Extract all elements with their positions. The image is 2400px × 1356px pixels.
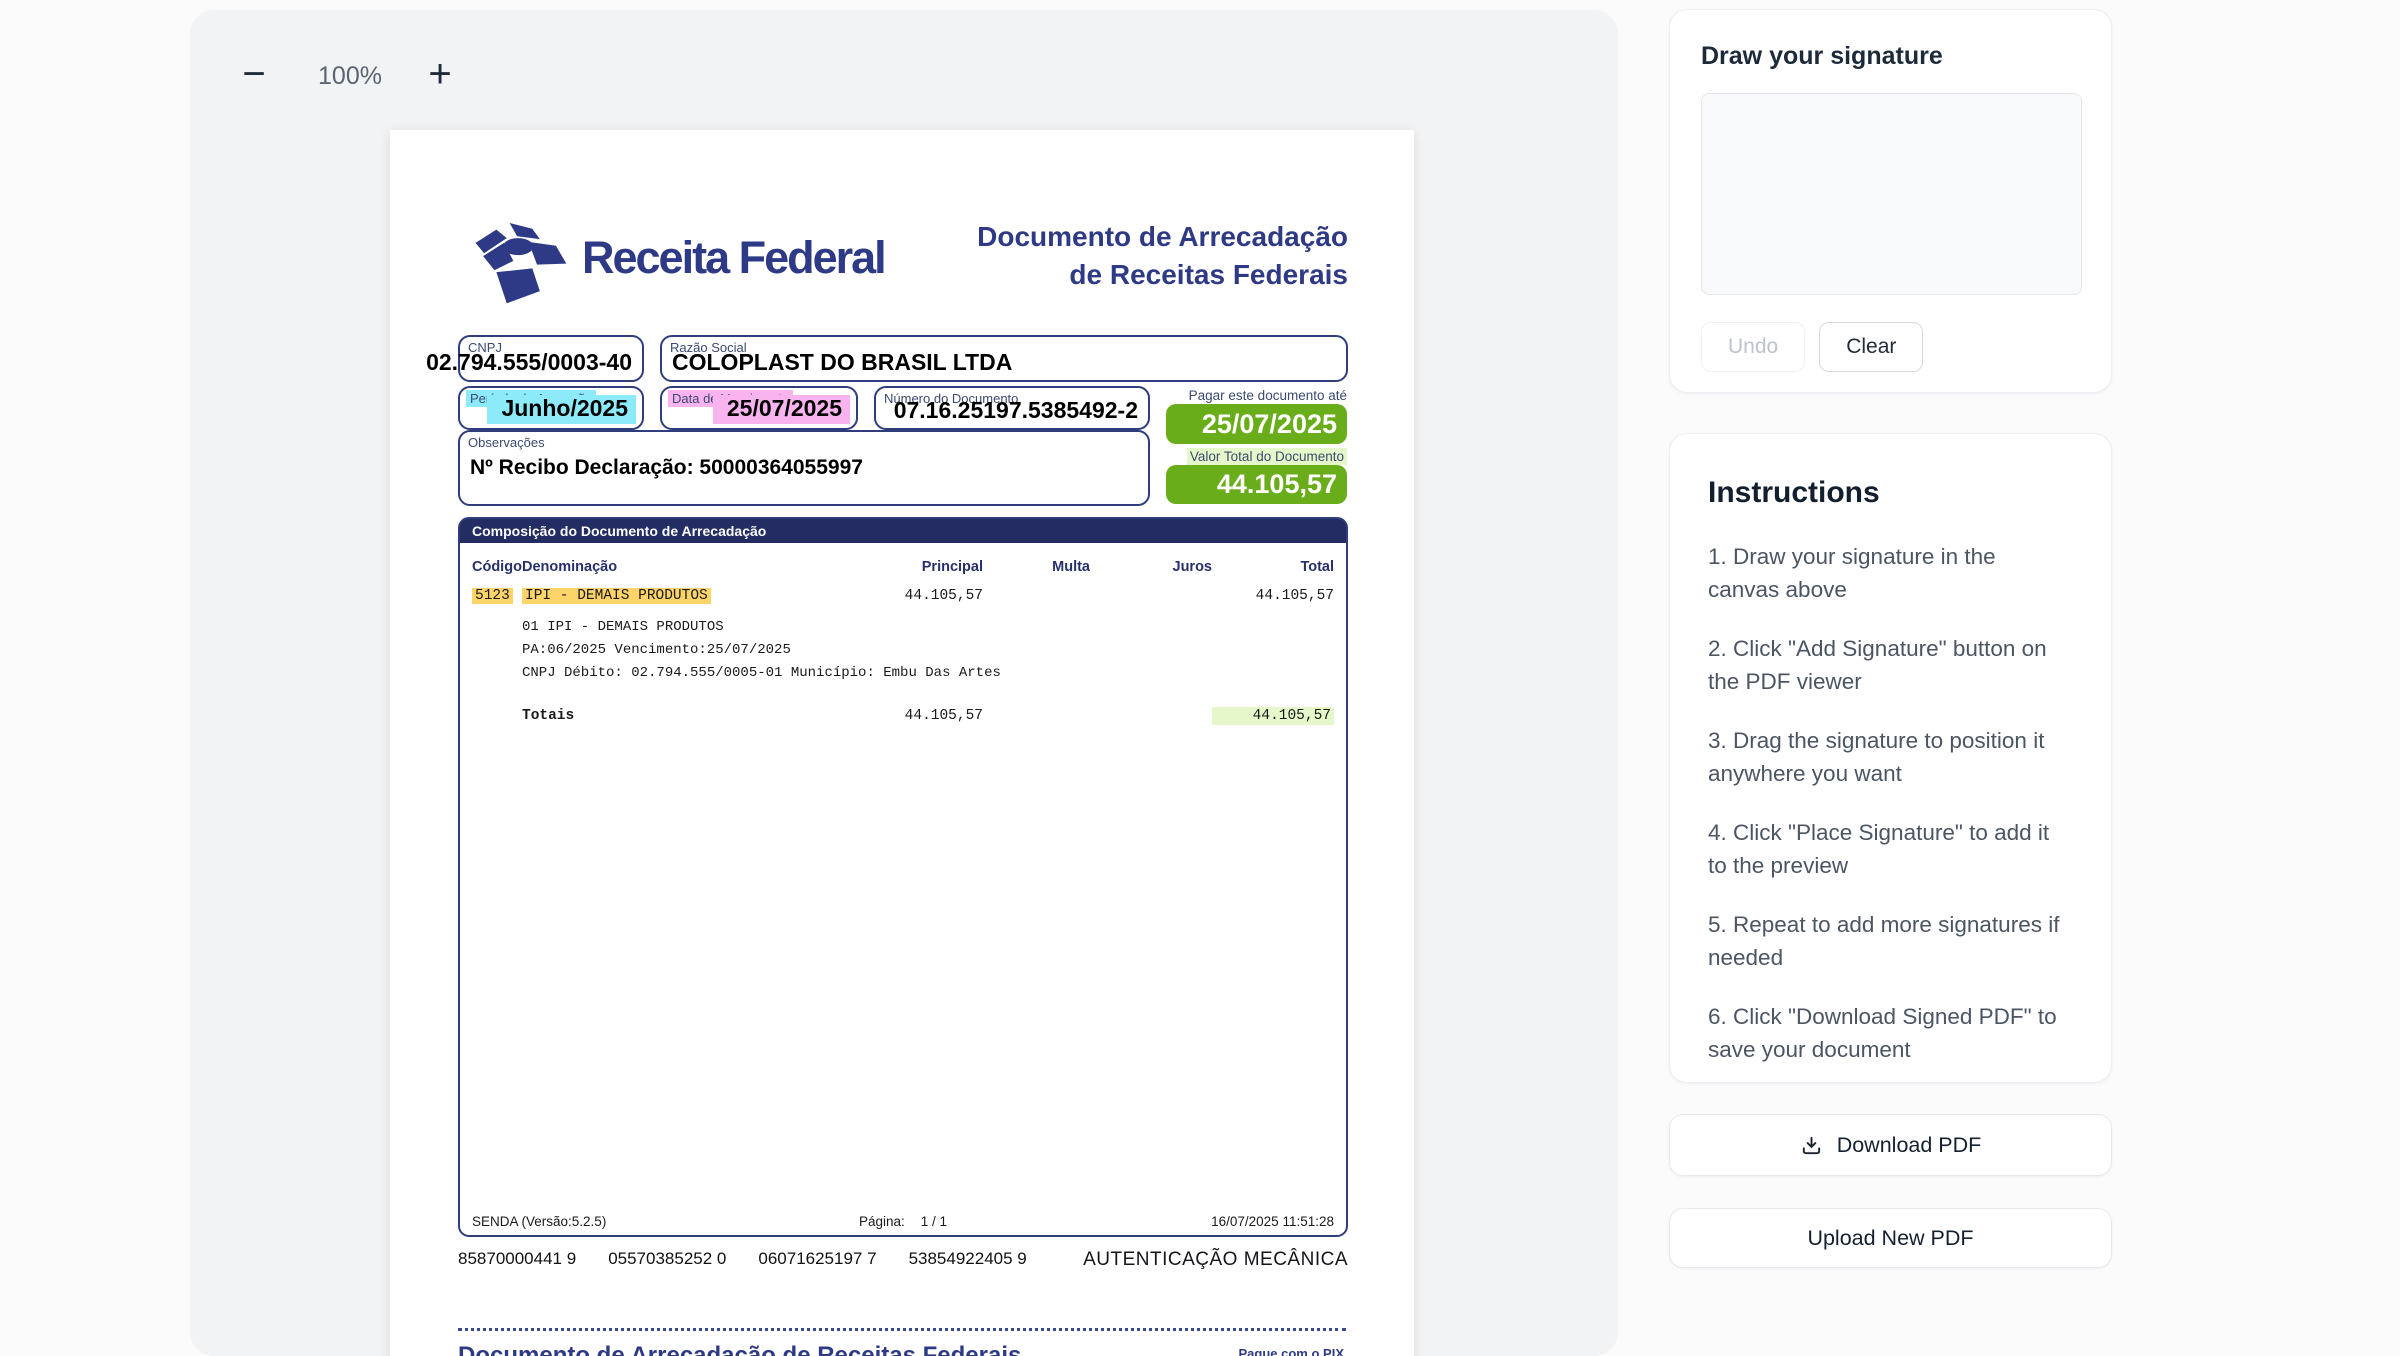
senda-version: SENDA (Versão:5.2.5) — [472, 1214, 606, 1229]
razao-social-field: Razão Social COLOPLAST DO BRASIL LTDA — [660, 335, 1348, 382]
signature-buttons: Undo Clear — [1701, 322, 2080, 372]
signature-card: Draw your signature Undo Clear — [1669, 9, 2112, 393]
instruction-item: 1. Draw your signature in the canvas abo… — [1708, 540, 2073, 606]
pix-label: Pague com o PIX — [1239, 1346, 1344, 1356]
mechanical-authentication-label: AUTENTICAÇÃO MECÂNICA — [1083, 1249, 1348, 1271]
zoom-toolbar: − 100% + — [190, 10, 1618, 120]
document-footer: SENDA (Versão:5.2.5) Página: 1 / 1 16/07… — [472, 1214, 1334, 1229]
document-title: Documento de Arrecadação de Receitas Fed… — [977, 218, 1348, 294]
next-section-title: Documento de Arrecadação de Receitas Fed… — [458, 1342, 1021, 1356]
table-row-details: 01 IPI - DEMAIS PRODUTOS PA:06/2025 Venc… — [522, 616, 1346, 685]
instruction-item: 4. Click "Place Signature" to add it to … — [1708, 816, 2073, 882]
print-datetime: 16/07/2025 11:51:28 — [1211, 1214, 1334, 1229]
zoom-in-button[interactable]: + — [416, 50, 464, 98]
periodo-apuracao-field: Período de Apuração Junho/2025 — [458, 386, 644, 430]
cnpj-field: CNPJ 02.794.555/0003-40 — [458, 335, 644, 382]
brand-name: Receita Federal — [582, 232, 885, 284]
composition-table: Composição do Documento de Arrecadação C… — [458, 517, 1348, 1237]
receita-federal-brand: Receita Federal — [468, 208, 948, 308]
table-row: 5123 IPI - DEMAIS PRODUTOS 44.105,57 44.… — [460, 588, 1346, 604]
instruction-item: 6. Click "Download Signed PDF" to save y… — [1708, 1000, 2073, 1066]
upload-new-pdf-button[interactable]: Upload New PDF — [1669, 1208, 2112, 1268]
instruction-item: 2. Click "Add Signature" button on the P… — [1708, 632, 2073, 698]
instructions-list: 1. Draw your signature in the canvas abo… — [1708, 540, 2073, 1066]
due-date-badge: 25/07/2025 — [1166, 404, 1347, 444]
undo-button[interactable]: Undo — [1701, 322, 1805, 372]
clear-button[interactable]: Clear — [1819, 322, 1923, 372]
total-value-label: Valor Total do Documento — [1166, 449, 1347, 464]
page-tear-separator — [458, 1328, 1346, 1331]
instruction-item: 5. Repeat to add more signatures if need… — [1708, 908, 2073, 974]
barcode-digits-row: 85870000441 9 05570385252 0 06071625197 … — [458, 1249, 1348, 1271]
observacoes-field: Observações Nº Recibo Declaração: 500003… — [458, 430, 1150, 506]
due-date-label: Pagar este documento até — [1166, 388, 1347, 403]
data-vencimento-field: Data de Vencimento 25/07/2025 — [660, 386, 858, 430]
zoom-out-button[interactable]: − — [230, 50, 278, 98]
signature-heading: Draw your signature — [1701, 42, 2080, 71]
instructions-card: Instructions 1. Draw your signature in t… — [1669, 433, 2112, 1083]
table-section-title: Composição do Documento de Arrecadação — [460, 519, 1346, 543]
receita-federal-logo-icon — [468, 209, 572, 307]
download-pdf-button[interactable]: Download PDF — [1669, 1114, 2112, 1176]
plus-icon: + — [428, 52, 451, 96]
pdf-page[interactable]: Receita Federal Documento de Arrecadação… — [390, 130, 1414, 1356]
pdf-viewer-panel[interactable]: − 100% + Receita Federal Documento de Ar… — [190, 10, 1618, 1356]
page-indicator: Página: 1 / 1 — [859, 1214, 947, 1229]
total-value-badge: 44.105,57 — [1166, 465, 1347, 504]
table-header-row: Código Denominação Principal Multa Juros… — [460, 559, 1346, 575]
signature-canvas[interactable] — [1701, 93, 2082, 295]
download-icon — [1800, 1134, 1823, 1157]
minus-icon: − — [242, 52, 265, 96]
instruction-item: 3. Drag the signature to position it any… — [1708, 724, 2073, 790]
zoom-level: 100% — [290, 62, 410, 91]
instructions-heading: Instructions — [1708, 476, 2073, 510]
numero-documento-field: Número do Documento 07.16.25197.5385492-… — [874, 386, 1150, 430]
table-totals-row: Totais 44.105,57 44.105,57 — [460, 707, 1346, 725]
